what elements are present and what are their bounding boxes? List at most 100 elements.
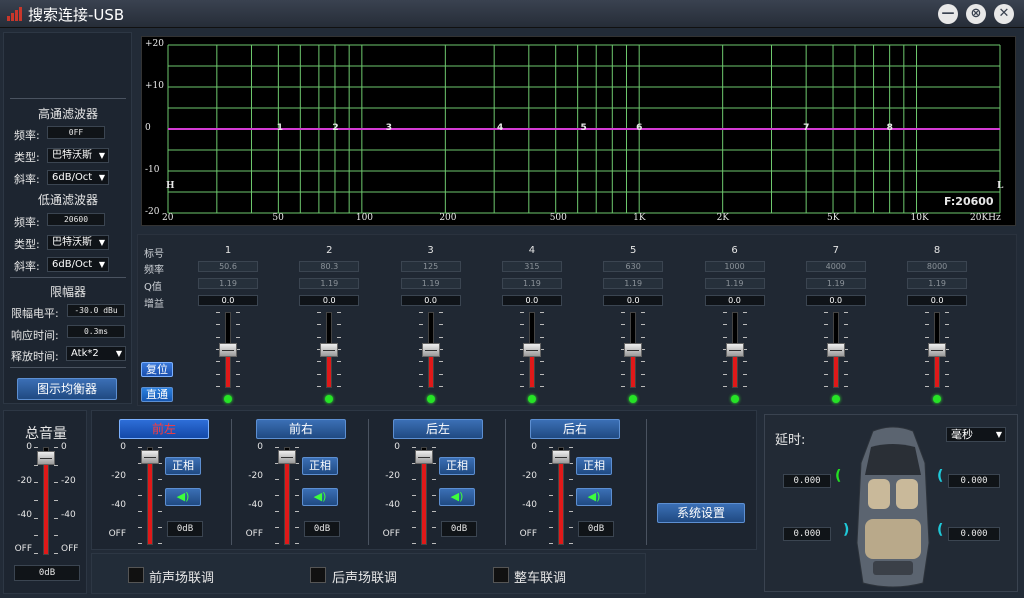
master-volume-value[interactable]: 0dB bbox=[14, 565, 80, 581]
band-q-field[interactable]: 1.19 bbox=[501, 278, 562, 289]
band-gain-field[interactable]: 0.0 bbox=[400, 295, 461, 306]
band-gain-field[interactable]: 0.0 bbox=[704, 295, 765, 306]
front-link-checkbox[interactable] bbox=[128, 567, 144, 583]
band-gain-fader[interactable] bbox=[314, 312, 344, 388]
release-time-select[interactable]: Atk*2 ▼ bbox=[66, 346, 126, 361]
band-gain-fader[interactable] bbox=[213, 312, 243, 388]
close-button[interactable]: ✕ bbox=[994, 4, 1014, 24]
band-gain-field[interactable]: 0.0 bbox=[805, 295, 866, 306]
band-freq-field[interactable]: 50.6 bbox=[198, 261, 258, 272]
response-time-field[interactable]: 0.3ms bbox=[67, 325, 125, 338]
channel-3-fader[interactable] bbox=[409, 447, 439, 545]
band-q-field[interactable]: 1.19 bbox=[907, 278, 968, 289]
hpf-freq-field[interactable]: 0FF bbox=[47, 126, 105, 139]
channel-4-fader[interactable] bbox=[546, 447, 576, 545]
graphic-eq-button[interactable]: 图示均衡器 bbox=[17, 378, 117, 400]
speaker-mute-icon[interactable]: ◀) bbox=[439, 488, 475, 506]
band-gain-fader[interactable] bbox=[618, 312, 648, 388]
delay-unit-select[interactable]: 毫秒 ▼ bbox=[946, 427, 1006, 442]
eq-point-marker[interactable]: 1 bbox=[277, 123, 283, 133]
restore-button[interactable]: ⊗ bbox=[966, 4, 986, 24]
fader-knob[interactable] bbox=[278, 450, 296, 465]
eq-point-marker[interactable]: 3 bbox=[386, 123, 392, 133]
lpf-freq-field[interactable]: 20600 bbox=[47, 213, 105, 226]
channel-2-name-button[interactable]: 前右 bbox=[256, 419, 346, 439]
fader-knob[interactable] bbox=[624, 343, 643, 357]
fader-knob[interactable] bbox=[725, 343, 744, 357]
delay-rear-left-field[interactable]: 0.000 bbox=[783, 527, 831, 541]
band-enabled-led[interactable] bbox=[325, 395, 334, 403]
band-gain-fader[interactable] bbox=[922, 312, 952, 388]
band-enabled-led[interactable] bbox=[730, 395, 739, 403]
fader-knob[interactable] bbox=[552, 450, 570, 465]
fader-knob[interactable] bbox=[415, 450, 433, 465]
band-gain-fader[interactable] bbox=[720, 312, 750, 388]
band-gain-field[interactable]: 0.0 bbox=[603, 295, 664, 306]
band-enabled-led[interactable] bbox=[426, 395, 435, 403]
eq-point-marker[interactable]: 5 bbox=[581, 123, 587, 133]
delay-front-left-field[interactable]: 0.000 bbox=[783, 474, 831, 488]
master-volume-fader[interactable] bbox=[31, 447, 61, 555]
band-enabled-led[interactable] bbox=[933, 395, 942, 403]
band-q-field[interactable]: 1.19 bbox=[198, 278, 258, 289]
channel-3-value[interactable]: 0dB bbox=[441, 521, 477, 537]
channel-2-value[interactable]: 0dB bbox=[304, 521, 340, 537]
band-gain-field[interactable]: 0.0 bbox=[907, 295, 968, 306]
band-q-field[interactable]: 1.19 bbox=[704, 278, 765, 289]
bypass-button[interactable]: 直通 bbox=[141, 387, 173, 402]
all-link-checkbox[interactable] bbox=[493, 567, 509, 583]
speaker-mute-icon[interactable]: ◀) bbox=[302, 488, 338, 506]
eq-point-marker[interactable]: 6 bbox=[636, 123, 642, 133]
rear-link-checkbox[interactable] bbox=[310, 567, 326, 583]
band-enabled-led[interactable] bbox=[629, 395, 638, 403]
band-gain-field[interactable]: 0.0 bbox=[299, 295, 360, 306]
eq-point-marker[interactable]: 4 bbox=[497, 123, 503, 133]
fader-knob[interactable] bbox=[141, 450, 159, 465]
fader-knob[interactable] bbox=[219, 343, 237, 357]
delay-front-right-field[interactable]: 0.000 bbox=[948, 474, 1000, 488]
band-q-field[interactable]: 1.19 bbox=[400, 278, 461, 289]
channel-4-value[interactable]: 0dB bbox=[578, 521, 614, 537]
channel-1-fader[interactable] bbox=[135, 447, 165, 545]
system-settings-button[interactable]: 系统设置 bbox=[657, 503, 745, 523]
band-q-field[interactable]: 1.19 bbox=[299, 278, 360, 289]
band-freq-field[interactable]: 1000 bbox=[704, 261, 765, 272]
channel-1-phase-button[interactable]: 正相 bbox=[165, 457, 201, 475]
band-enabled-led[interactable] bbox=[527, 395, 536, 403]
hpf-slope-select[interactable]: 6dB/Oct ▼ bbox=[47, 170, 109, 185]
band-gain-fader[interactable] bbox=[517, 312, 547, 388]
fader-knob[interactable] bbox=[928, 343, 947, 357]
delay-rear-right-field[interactable]: 0.000 bbox=[948, 527, 1000, 541]
minimize-button[interactable]: — bbox=[938, 4, 958, 24]
fader-knob[interactable] bbox=[421, 343, 440, 357]
band-freq-field[interactable]: 315 bbox=[501, 261, 562, 272]
band-gain-fader[interactable] bbox=[821, 312, 851, 388]
channel-2-phase-button[interactable]: 正相 bbox=[302, 457, 338, 475]
band-freq-field[interactable]: 630 bbox=[603, 261, 664, 272]
band-q-field[interactable]: 1.19 bbox=[603, 278, 664, 289]
speaker-mute-icon[interactable]: ◀) bbox=[576, 488, 612, 506]
band-freq-field[interactable]: 80.3 bbox=[299, 261, 360, 272]
band-gain-field[interactable]: 0.0 bbox=[501, 295, 562, 306]
band-enabled-led[interactable] bbox=[831, 395, 840, 403]
band-freq-field[interactable]: 125 bbox=[400, 261, 461, 272]
channel-2-fader[interactable] bbox=[272, 447, 302, 545]
lpf-type-select[interactable]: 巴特沃斯 ▼ bbox=[47, 235, 109, 250]
channel-1-name-button[interactable]: 前左 bbox=[119, 419, 209, 439]
band-enabled-led[interactable] bbox=[224, 395, 232, 403]
channel-4-phase-button[interactable]: 正相 bbox=[576, 457, 612, 475]
hpf-type-select[interactable]: 巴特沃斯 ▼ bbox=[47, 148, 109, 163]
reset-button[interactable]: 复位 bbox=[141, 362, 173, 377]
lpf-slope-select[interactable]: 6dB/Oct ▼ bbox=[47, 257, 109, 272]
band-freq-field[interactable]: 8000 bbox=[907, 261, 968, 272]
channel-3-name-button[interactable]: 后左 bbox=[393, 419, 483, 439]
channel-4-name-button[interactable]: 后右 bbox=[530, 419, 620, 439]
band-gain-field[interactable]: 0.0 bbox=[198, 295, 258, 306]
limit-level-field[interactable]: -30.0 dBu bbox=[67, 304, 125, 317]
band-q-field[interactable]: 1.19 bbox=[805, 278, 866, 289]
fader-knob[interactable] bbox=[37, 450, 55, 465]
fader-knob[interactable] bbox=[522, 343, 541, 357]
speaker-mute-icon[interactable]: ◀) bbox=[165, 488, 201, 506]
eq-point-marker[interactable]: 2 bbox=[332, 123, 338, 133]
band-freq-field[interactable]: 4000 bbox=[805, 261, 866, 272]
